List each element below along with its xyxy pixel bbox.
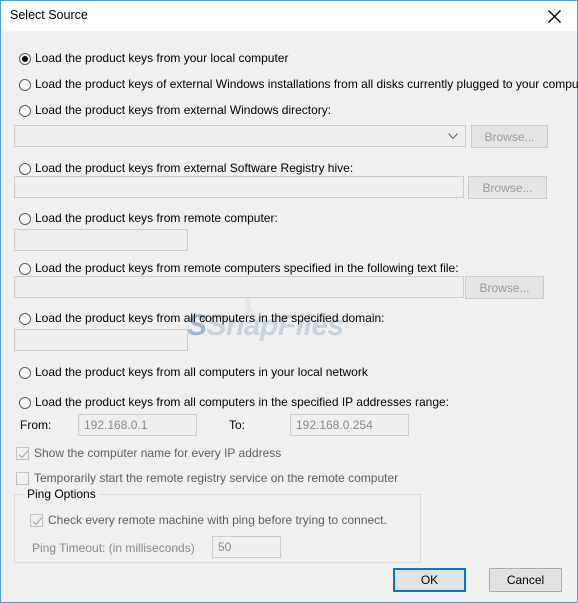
ok-button[interactable]: OK [393,568,466,592]
browse-text-file-button[interactable]: Browse... [465,276,544,299]
radio-dot-icon [19,105,31,117]
radio-label: Load the product keys from your local co… [35,51,289,65]
browse-windows-directory-button[interactable]: Browse... [471,125,548,148]
ping-options-title: Ping Options [23,487,100,501]
chevron-down-icon[interactable] [441,126,465,146]
dialog-body: SSnapFiles Load the product keys from yo… [1,31,578,602]
radio-label: Load the product keys from all computers… [35,395,450,409]
checkbox-label: Show the computer name for every IP addr… [34,446,282,460]
radio-label: Load the product keys from remote comput… [35,211,278,225]
ip-from-label: From: [20,418,52,432]
ping-timeout-input[interactable]: 50 [212,536,281,558]
radio-dot-icon [19,313,31,325]
radio-label: Load the product keys from external Wind… [35,103,332,117]
ping-options-group: Ping Options Check every remote machine … [14,487,421,563]
ip-to-input[interactable]: 192.168.0.254 [290,414,409,436]
title-bar: Select Source [1,1,577,32]
ip-from-input[interactable]: 192.168.0.1 [78,414,197,436]
windows-directory-combobox[interactable] [14,125,466,147]
ping-timeout-label: Ping Timeout: (in milliseconds) [32,541,195,555]
browse-registry-hive-button[interactable]: Browse... [468,176,547,199]
checkbox-label: Check every remote machine with ping bef… [48,513,387,527]
remote-computer-input[interactable] [14,229,188,251]
checkbox-box-icon [16,472,29,485]
radio-dot-icon [19,397,31,409]
checkmark-icon [30,514,43,527]
radio-label: Load the product keys of external Window… [35,77,578,91]
radio-label: Load the product keys from all computers… [35,311,385,325]
radio-dot-icon [19,213,31,225]
checkmark-icon [16,447,29,460]
window-title: Select Source [10,8,88,22]
registry-hive-input[interactable] [14,176,464,198]
radio-label: Load the product keys from all computers… [35,365,368,379]
domain-input[interactable] [14,329,188,351]
radio-label: Load the product keys from remote comput… [35,261,459,275]
radio-dot-icon [19,263,31,275]
radio-dot-icon [19,367,31,379]
text-file-input[interactable] [14,276,464,298]
radio-dot-icon [19,79,31,91]
close-button[interactable] [532,1,577,30]
checkbox-label: Temporarily start the remote registry se… [34,471,399,485]
select-source-dialog: Select Source SSnapFiles Load the produc… [0,0,578,603]
radio-dot-icon [19,163,31,175]
radio-label: Load the product keys from external Soft… [35,161,354,175]
radio-dot-icon [19,53,31,65]
cancel-button[interactable]: Cancel [489,568,562,592]
ip-to-label: To: [229,418,246,432]
